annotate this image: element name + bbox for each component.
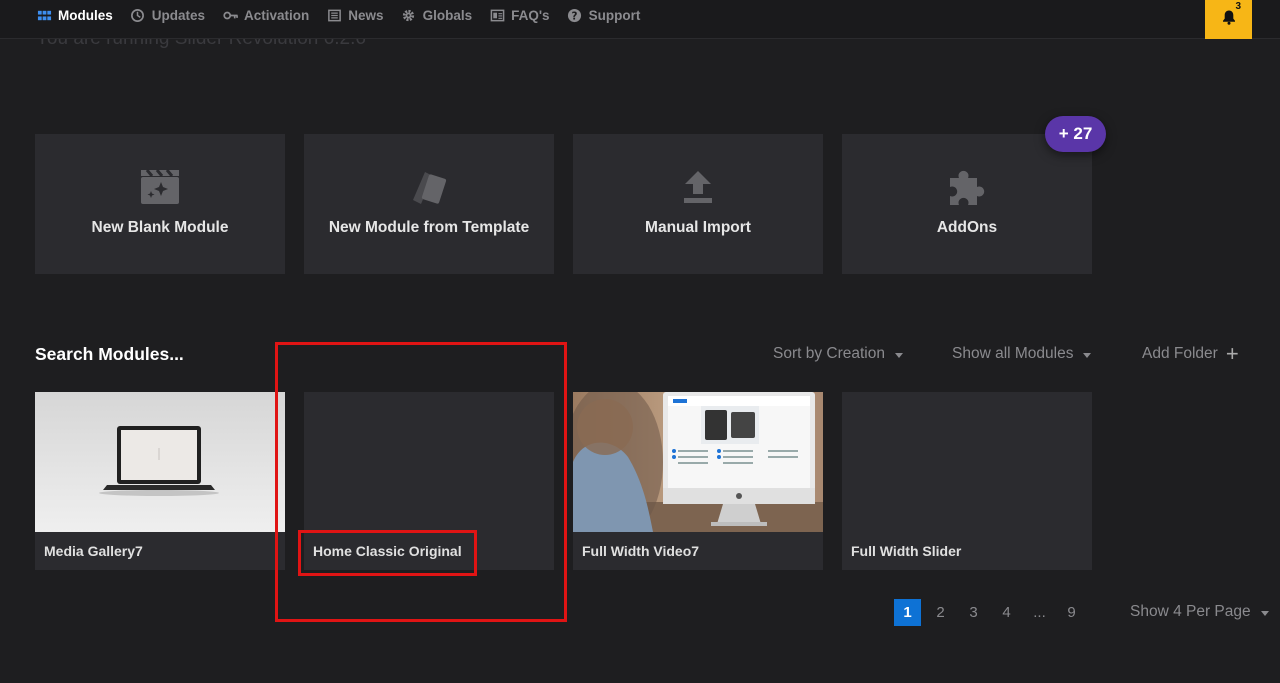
- module-card-media-gallery7[interactable]: Media Gallery7: [35, 392, 285, 570]
- nav-label: Activation: [244, 7, 310, 23]
- template-cards-icon: [407, 165, 451, 209]
- notification-count: 3: [1235, 1, 1241, 12]
- nav-item-updates[interactable]: Updates: [130, 0, 205, 30]
- gear-icon: [401, 7, 417, 23]
- module-filter-dropdown[interactable]: Show all Modules: [952, 345, 1092, 363]
- manual-import-tile[interactable]: Manual Import: [573, 134, 823, 274]
- add-folder-button[interactable]: Add Folder +: [1142, 341, 1239, 366]
- chevron-down-icon: [895, 352, 903, 358]
- help-icon: ?: [567, 7, 583, 23]
- refresh-icon: [130, 7, 146, 23]
- new-blank-module-tile[interactable]: New Blank Module: [35, 134, 285, 274]
- search-modules-input[interactable]: Search Modules...: [35, 344, 184, 365]
- empty-thumbnail: [842, 392, 1092, 532]
- per-page-dropdown[interactable]: Show 4 Per Page: [1130, 603, 1269, 621]
- tile-label: New Blank Module: [91, 219, 229, 236]
- laptop-thumbnail: [35, 392, 285, 532]
- sort-dropdown[interactable]: Sort by Creation: [773, 345, 903, 363]
- notifications-button[interactable]: 3: [1205, 0, 1252, 39]
- nav-item-globals[interactable]: Globals: [401, 0, 473, 30]
- addons-count-badge[interactable]: + 27: [1045, 116, 1106, 152]
- nav-item-faqs[interactable]: FAQ's: [489, 0, 550, 30]
- new-module-from-template-tile[interactable]: New Module from Template: [304, 134, 554, 274]
- nav-item-modules[interactable]: Modules: [36, 0, 113, 30]
- filter-label: Show all Modules: [952, 345, 1074, 362]
- nav-item-support[interactable]: ? Support: [567, 0, 641, 30]
- newspaper-icon: [326, 7, 342, 23]
- tile-label: New Module from Template: [328, 219, 530, 236]
- main-nav: Modules Updates Activation News Globals: [36, 0, 657, 30]
- bell-icon: [1221, 9, 1237, 30]
- sort-label: Sort by Creation: [773, 345, 885, 362]
- page-3-button[interactable]: 3: [960, 599, 987, 626]
- nav-label: News: [348, 7, 384, 23]
- module-name: Home Classic Original: [313, 543, 462, 559]
- nav-item-news[interactable]: News: [326, 0, 384, 30]
- nav-label: FAQ's: [511, 7, 550, 23]
- nav-label: Support: [588, 7, 641, 23]
- faq-icon: [489, 7, 505, 23]
- page-ellipsis: ...: [1033, 604, 1046, 621]
- empty-thumbnail: [304, 392, 554, 532]
- page-2-button[interactable]: 2: [927, 599, 954, 626]
- nav-label: Modules: [58, 7, 113, 23]
- page-4-button[interactable]: 4: [993, 599, 1020, 626]
- module-card-home-classic-original[interactable]: Home Classic Original: [304, 392, 554, 570]
- module-name: Full Width Slider: [851, 543, 962, 559]
- svg-text:?: ?: [572, 10, 578, 22]
- plus-icon: +: [1225, 341, 1239, 366]
- chevron-down-icon: [1260, 610, 1269, 616]
- tile-label: Manual Import: [645, 219, 751, 236]
- tile-label: AddOns: [936, 219, 998, 236]
- nav-label: Updates: [151, 7, 206, 23]
- upload-icon: [676, 165, 720, 209]
- page-1-button[interactable]: 1: [894, 599, 921, 626]
- clapperboard-sparkle-icon: [138, 165, 182, 209]
- addons-tile[interactable]: AddOns: [842, 134, 1092, 274]
- page-9-button[interactable]: 9: [1058, 599, 1085, 626]
- desk-monitor-thumbnail: [573, 392, 823, 532]
- grid-icon: [36, 7, 52, 23]
- module-card-full-width-video7[interactable]: Full Width Video7: [573, 392, 823, 570]
- per-page-label: Show 4 Per Page: [1130, 603, 1251, 620]
- module-name: Media Gallery7: [44, 543, 143, 559]
- puzzle-icon: [945, 165, 989, 209]
- key-icon: [222, 7, 238, 23]
- module-card-full-width-slider[interactable]: Full Width Slider: [842, 392, 1092, 570]
- add-folder-label: Add Folder: [1142, 345, 1218, 362]
- nav-item-activation[interactable]: Activation: [222, 0, 309, 30]
- nav-label: Globals: [422, 7, 473, 23]
- chevron-down-icon: [1083, 352, 1092, 358]
- top-navigation-bar: Modules Updates Activation News Globals: [0, 0, 1280, 39]
- module-name: Full Width Video7: [582, 543, 700, 559]
